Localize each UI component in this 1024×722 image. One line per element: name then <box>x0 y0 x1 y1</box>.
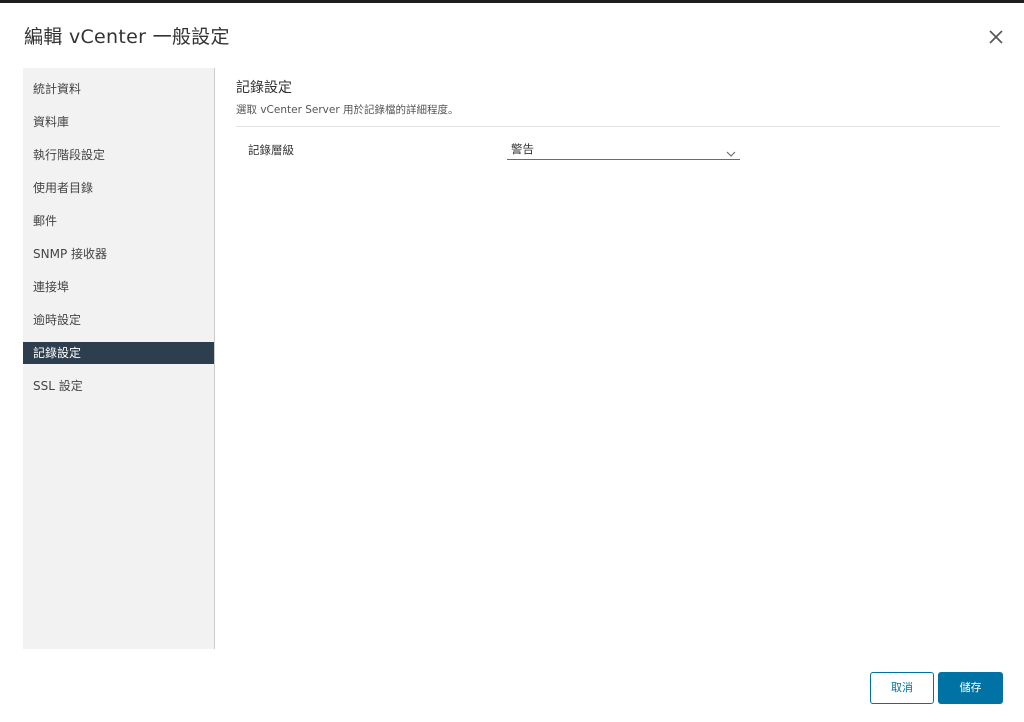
sidebar-list: 統計資料 資料庫 執行階段設定 使用者目錄 郵件 SNMP 接收器 連接埠 逾時… <box>23 68 214 397</box>
sidebar-item-runtime-settings[interactable]: 執行階段設定 <box>23 144 214 166</box>
save-button[interactable]: 儲存 <box>938 672 1003 704</box>
edit-settings-dialog: 編輯 vCenter 一般設定 統計資料 資料庫 執行階段設定 使用者目錄 郵件… <box>0 3 1024 722</box>
sidebar-item-database[interactable]: 資料庫 <box>23 111 214 133</box>
settings-content: 記錄設定 選取 vCenter Server 用於記錄檔的詳細程度。 記錄層級 … <box>236 79 1000 160</box>
close-button[interactable] <box>986 27 1006 47</box>
dialog-title: 編輯 vCenter 一般設定 <box>24 26 230 48</box>
sidebar-item-logging-settings[interactable]: 記錄設定 <box>23 342 214 364</box>
sidebar-item-statistics[interactable]: 統計資料 <box>23 78 214 100</box>
sidebar-item-ssl-settings[interactable]: SSL 設定 <box>23 375 214 397</box>
logging-level-value: 警告 <box>511 142 534 156</box>
sidebar-item-ports[interactable]: 連接埠 <box>23 276 214 298</box>
sidebar-item-snmp-receivers[interactable]: SNMP 接收器 <box>23 243 214 265</box>
sidebar-item-timeout-settings[interactable]: 逾時設定 <box>23 309 214 331</box>
section-divider <box>236 126 1000 127</box>
settings-sidebar: 統計資料 資料庫 執行階段設定 使用者目錄 郵件 SNMP 接收器 連接埠 逾時… <box>23 68 215 649</box>
section-title: 記錄設定 <box>236 80 292 96</box>
sidebar-item-user-directory[interactable]: 使用者目錄 <box>23 177 214 199</box>
cancel-button[interactable]: 取消 <box>870 672 934 704</box>
logging-level-label: 記錄層級 <box>248 143 294 157</box>
sidebar-item-mail[interactable]: 郵件 <box>23 210 214 232</box>
section-description: 選取 vCenter Server 用於記錄檔的詳細程度。 <box>236 104 459 116</box>
chevron-down-icon <box>726 143 736 162</box>
close-icon <box>986 27 1006 47</box>
logging-level-select[interactable]: 警告 <box>507 135 740 160</box>
